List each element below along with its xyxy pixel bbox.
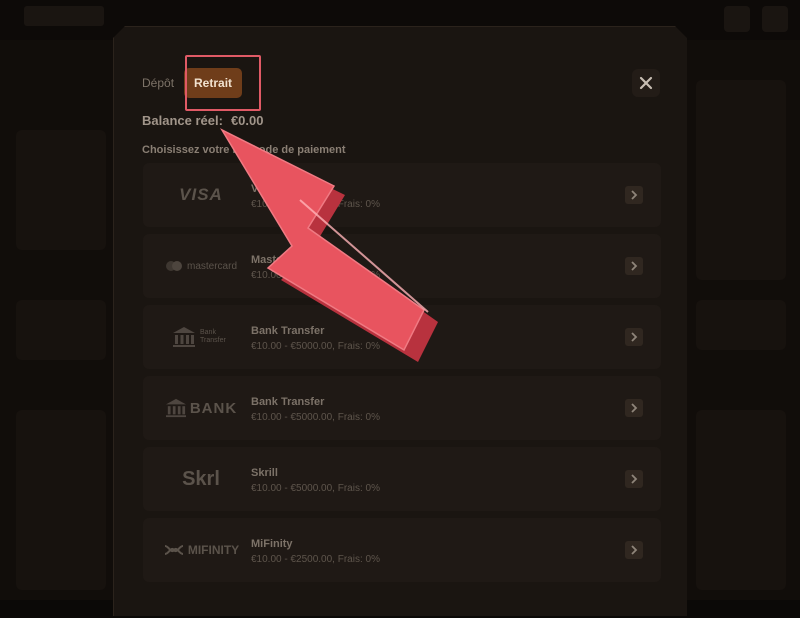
pointer-arrow-icon xyxy=(220,128,438,362)
